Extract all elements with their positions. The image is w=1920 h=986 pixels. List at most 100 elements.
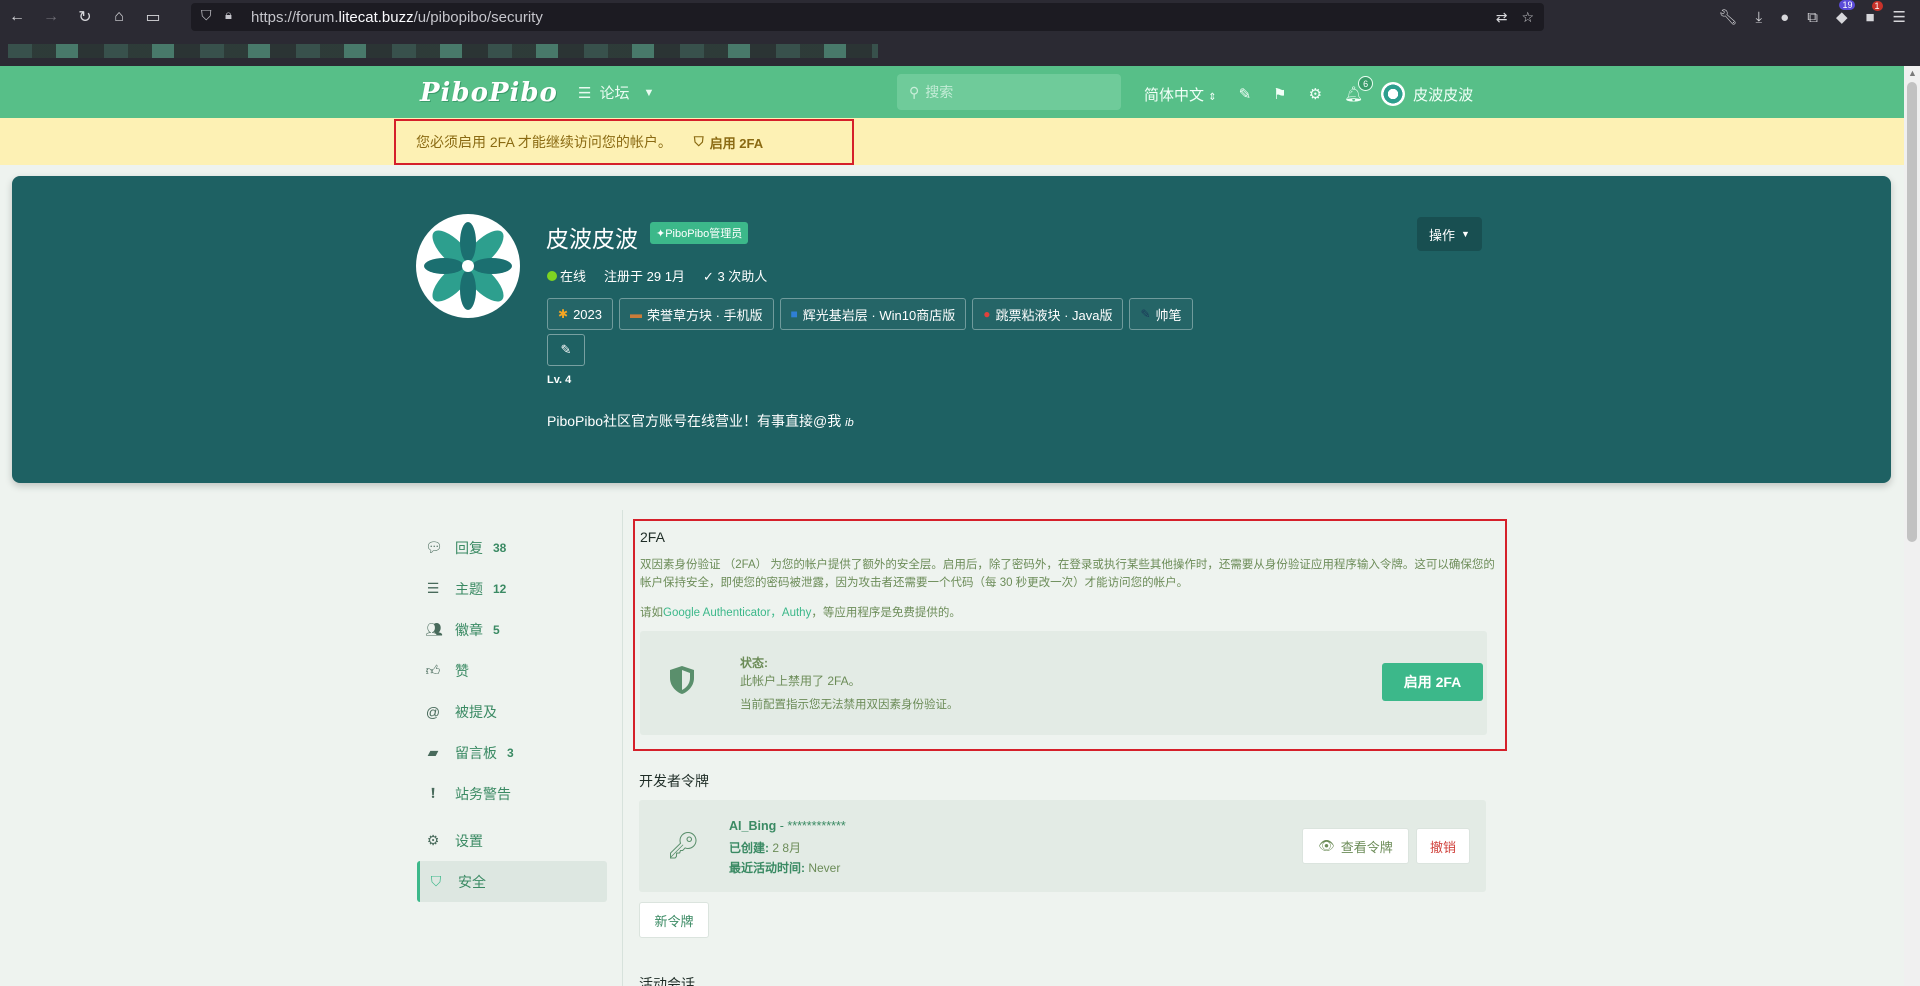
notification-count: 6 — [1358, 76, 1374, 91]
token-last-active: 最近活动时间: Never — [729, 861, 841, 875]
windows-icon: ■ — [790, 307, 798, 321]
sidebar-item-settings[interactable]: ⚙ 设置 — [417, 820, 607, 861]
search-input[interactable] — [925, 84, 1106, 100]
alert-message: 您必须启用 2FA 才能继续访问您的帐户。 — [416, 134, 672, 150]
token-created: 已创建: 2 8月 — [729, 841, 802, 855]
forward-icon[interactable]: → — [34, 0, 68, 34]
at-icon: @ — [425, 703, 441, 720]
badge-tag[interactable]: ■ 辉光基岩层 · Win10商店版 — [779, 298, 967, 330]
site-logo[interactable]: PiboPibo — [420, 78, 558, 108]
flag-icon[interactable]: ⚑ — [1273, 85, 1286, 103]
twofa-apps-note: 请如Google Authenticator，Authy，等应用程序是免费提供的… — [640, 607, 961, 619]
sidebar-item-topics[interactable]: ☰ 主题 12 — [417, 568, 607, 609]
token-name: AI_Bing - ************ — [729, 819, 846, 833]
extension-red-count: 1 — [1871, 0, 1883, 11]
status-label: 状态: — [740, 656, 768, 670]
warning-icon: ❗︎ — [431, 785, 435, 801]
slime-icon: ● — [983, 307, 991, 321]
language-select[interactable]: 简体中文 ⇕ — [1144, 84, 1217, 105]
registered-date: 注册于 29 1月 — [604, 269, 685, 284]
forum-label: 论坛 — [599, 85, 630, 102]
badge-tag[interactable]: ✱ 2023 — [547, 298, 613, 330]
enable-2fa-link[interactable]: ⛉ 启用 2FA — [694, 133, 763, 152]
translate-icon[interactable]: ⇄ — [1496, 9, 1508, 26]
sidebar-toggle-icon[interactable]: ▭ — [136, 0, 170, 34]
check-icon: ✓ — [702, 269, 714, 284]
badge-tag[interactable]: ● 跳票粘液块 · Java版 — [972, 298, 1124, 330]
new-token-button[interactable]: 新令牌 — [639, 902, 709, 938]
gear-icon: ⚙ — [426, 832, 440, 848]
revoke-token-button[interactable]: 撤销 — [1416, 828, 1470, 864]
page-scrollbar[interactable]: ▲ — [1904, 66, 1920, 986]
view-token-button[interactable]: 👁︎ 查看令牌 — [1302, 828, 1409, 864]
extension-red-icon[interactable]: ■ 1 — [1865, 0, 1883, 26]
profile-icon[interactable]: ● — [1780, 9, 1789, 26]
twofa-status-card: 状态: 此帐户上禁用了 2FA。 当前配置指示您无法禁用双因素身份验证。 启用 … — [640, 631, 1487, 735]
note-icon: ▰ — [427, 744, 439, 760]
search-icon: ⚲ — [909, 83, 920, 100]
twofa-alert-banner: 您必须启用 2FA 才能继续访问您的帐户。 ⛉ 启用 2FA — [0, 118, 1904, 165]
content-divider — [622, 510, 623, 986]
wrench-icon[interactable]: 🔧︎ — [1718, 8, 1737, 26]
key-icon: 🔑︎ — [667, 830, 701, 860]
sidebar-item-security[interactable]: ⛉ 安全 — [417, 861, 607, 902]
sidebar-item-replies[interactable]: 💬︎ 回复 38 — [417, 527, 607, 568]
list-icon: ☰ — [578, 84, 592, 102]
shield-icon: ⛉ — [693, 134, 704, 149]
username: 皮波皮波 — [1413, 86, 1474, 104]
authenticator-apps-link[interactable]: Google Authenticator，Authy — [663, 607, 811, 619]
flower-logo-icon — [424, 222, 512, 310]
bookmarks-bar — [0, 34, 1920, 66]
sidebar-item-likes[interactable]: 👍︎ 赞 — [417, 650, 607, 691]
url-text: https://forum.litecat.buzz/u/pibopibo/se… — [251, 8, 543, 26]
home-icon[interactable]: ⌂ — [102, 0, 136, 34]
caret-down-icon: ▼ — [1461, 229, 1470, 239]
sidebar-item-badges[interactable]: 👥︎ 徽章 5 — [417, 609, 607, 650]
thumbs-up-icon: 👍︎ — [425, 662, 441, 678]
reload-icon[interactable]: ↻ — [68, 0, 102, 34]
online-status: 在线 — [547, 266, 586, 285]
helped-count: ✓ 3 次助人 — [702, 269, 768, 284]
developer-tokens-title: 开发者令牌 — [639, 773, 709, 789]
comment-icon: 💬︎ — [425, 539, 443, 555]
edit-badges-button[interactable]: ✎ — [547, 334, 585, 366]
profile-bio: PiboPibo社区官方账号在线营业！有事直接@我 ib — [547, 413, 854, 429]
twofa-title: 2FA — [640, 529, 665, 545]
pen-icon: ✎ — [1140, 307, 1151, 321]
extension-badge-count: 19 — [1839, 0, 1856, 10]
menu-icon[interactable]: ☰ — [1893, 8, 1906, 26]
bell-icon[interactable]: 🔔︎ 6 — [1344, 76, 1374, 103]
alert-highlight: 您必须启用 2FA 才能继续访问您的帐户。 ⛉ 启用 2FA — [394, 119, 854, 165]
profile-hero: 皮波皮波 ✦PiboPibo管理员 在线 注册于 29 1月 ✓ 3 次助人 ✱… — [12, 176, 1891, 483]
gear-icon[interactable]: ⚙ — [1309, 85, 1322, 103]
enable-2fa-button[interactable]: 启用 2FA — [1382, 663, 1483, 701]
bookmark-star-icon[interactable]: ☆ — [1521, 9, 1534, 26]
scroll-up-icon[interactable]: ▲ — [1908, 68, 1917, 78]
forum-header: PiboPibo ☰ 论坛 ▼ ⚲ 简体中文 ⇕ ✎ ⚑ ⚙ 🔔︎6 皮波皮波 — [0, 66, 1904, 118]
forum-dropdown[interactable]: ☰ 论坛 ▼ — [578, 82, 654, 103]
extensions-icon[interactable]: ⧉ — [1807, 9, 1818, 26]
eye-icon: 👁︎ — [1318, 838, 1335, 853]
profile-sidebar: 💬︎ 回复 38 ☰ 主题 12 👥︎ 徽章 5 👍︎ 赞 @ 被提及 ▰ 留言板 3 ❗︎ 站务警告… — [417, 527, 607, 902]
extension-badge-icon[interactable]: ◆ 19 — [1836, 0, 1856, 26]
active-sessions-title: 活动会话 — [639, 976, 695, 986]
search-box[interactable]: ⚲ — [897, 74, 1121, 110]
sidebar-item-mentions[interactable]: @ 被提及 — [417, 691, 607, 732]
scroll-thumb[interactable] — [1907, 82, 1917, 542]
user-menu[interactable]: 皮波皮波 — [1381, 82, 1473, 106]
compose-icon[interactable]: ✎ — [1239, 85, 1252, 103]
sidebar-item-warnings[interactable]: ❗︎ 站务警告 — [417, 773, 607, 814]
status-note: 当前配置指示您无法禁用双因素身份验证。 — [740, 699, 959, 711]
badge-tag[interactable]: ▬ 荣誉草方块 · 手机版 — [618, 298, 774, 330]
actions-button[interactable]: 操作 ▼ — [1417, 217, 1482, 251]
lock-icon[interactable]: 🔒︎ — [225, 7, 232, 23]
sidebar-item-guestbook[interactable]: ▰ 留言板 3 — [417, 732, 607, 773]
address-bar[interactable]: ⛉ 🔒︎ https://forum.litecat.buzz/u/pibopi… — [191, 3, 1544, 31]
twofa-section: 2FA 双因素身份验证 （2FA） 为您的帐户提供了额外的安全层。启用后，除了密… — [633, 519, 1507, 751]
badge-tag[interactable]: ✎ 帅笔 — [1129, 298, 1193, 330]
tracking-shield-icon[interactable]: ⛉ — [201, 7, 212, 24]
grass-block-icon: ▬ — [629, 307, 642, 321]
download-icon[interactable]: ⤓ — [1756, 9, 1763, 26]
back-icon[interactable]: ← — [0, 0, 34, 34]
users-icon: 👥︎ — [425, 621, 443, 637]
